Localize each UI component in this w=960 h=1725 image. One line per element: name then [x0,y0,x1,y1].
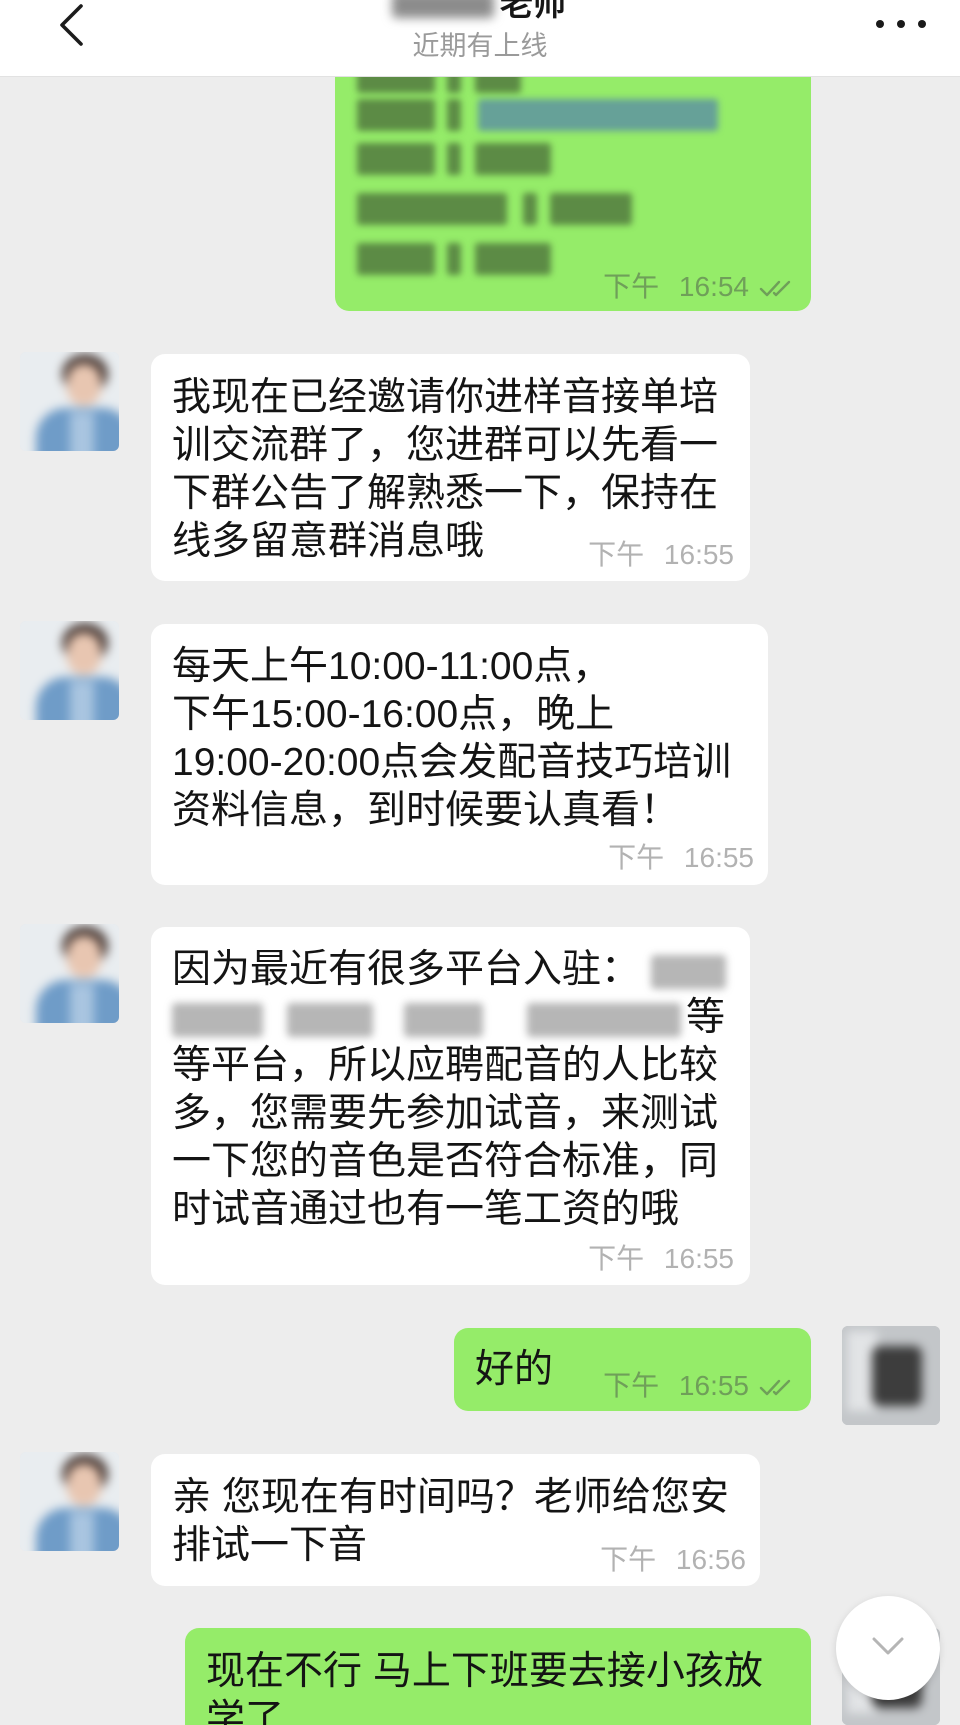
message-text-row: 等 [172,994,750,1042]
my-avatar[interactable] [842,1326,940,1425]
redacted-text [523,193,537,225]
redacted-name [392,0,494,18]
message-text: 等平台，所以应聘配音的人比较 [172,1044,719,1087]
chat-header: 老师 近期有上线 [0,0,960,77]
redacted-text [357,243,435,275]
redacted-text [404,1002,483,1037]
redacted-text [527,1002,681,1037]
message-text: 19:00-20:00点会发配音技巧培训 [172,741,732,784]
double-check-icon [759,280,791,297]
redacted-text [447,143,461,175]
message-time: 下午 16:55 [603,1370,749,1401]
more-dots-icon[interactable] [876,14,926,34]
message-time: 下午 16:54 [603,271,749,302]
message-text: 资料信息，到时候要认真看！ [172,789,680,832]
message-text: 训交流群了，您进群可以先看一 [172,424,719,467]
scroll-to-bottom-button[interactable] [836,1596,940,1700]
message-text-row: 因为最近有很多平台入驻： [172,946,750,994]
message-text: 因为最近有很多平台入驻： [172,948,641,991]
contact-avatar[interactable] [20,924,119,1023]
message-time: 下午 16:56 [600,1544,746,1575]
contact-avatar[interactable] [20,621,119,720]
message-text: 等 [686,996,726,1039]
redacted-text [550,193,632,225]
contact-avatar[interactable] [20,352,119,451]
redacted-text [475,243,551,275]
contact-name[interactable]: 老师 [500,0,566,23]
message-time: 下午 16:55 [588,539,734,570]
redacted-text [447,243,461,275]
message-text: 每天上午10:00-11:00点， [172,645,612,688]
contact-avatar[interactable] [20,1452,119,1551]
message-text: 现在不行 马上下班要去接小孩放 [206,1650,763,1693]
message-bubble-received[interactable]: 因为最近有很多平台入驻： 等 等平台，所以应聘配音的人比较 多，您需要先参加试音… [151,927,750,1285]
message-bubble-received[interactable]: 每天上午10:00-11:00点， 下午15:00-16:00点，晚上 19:0… [151,624,768,885]
message-text: 一下您的音色是否符合标准，同 [172,1140,719,1183]
message-text: 学了 [206,1698,285,1725]
message-bubble-received[interactable]: 亲 您现在有时间吗？老师给您安 排试一下音 下午 16:56 [151,1454,760,1586]
double-check-icon [759,1379,791,1396]
message-text: 下午15:00-16:00点，晚上 [172,693,615,736]
message-text: 亲 您现在有时间吗？老师给您安 [172,1476,729,1519]
message-time: 下午 16:55 [608,842,754,873]
redacted-text [357,193,507,225]
online-status: 近期有上线 [412,31,548,61]
chevron-down-icon [872,1637,904,1655]
redacted-text [357,99,435,131]
message-text: 下群公告了解熟悉一下，保持在 [172,472,719,515]
redacted-text [651,954,727,989]
message-bubble-sent[interactable]: 现在不行 马上下班要去接小孩放 学了 [185,1628,811,1725]
redacted-text [447,99,461,131]
message-bubble-received[interactable]: 我现在已经邀请你进样音接单培 训交流群了，您进群可以先看一 下群公告了解熟悉一下… [151,354,750,581]
redacted-text [357,143,435,175]
message-text: 时试音通过也有一笔工资的哦 [172,1188,680,1231]
message-time: 下午 16:55 [588,1243,734,1274]
redacted-text [172,1002,263,1037]
redacted-text [475,143,551,175]
message-text: 多，您需要先参加试音，来测试 [172,1092,719,1135]
redacted-text [287,1002,373,1037]
chat-area[interactable]: 下午 16:54 我现在已经邀请你进样音接单培 训交流群了，您进群可以先看一 下… [0,0,960,1725]
redacted-text [478,99,718,131]
message-text: 我现在已经邀请你进样音接单培 [172,376,719,419]
message-bubble-sent[interactable]: 好的 下午 16:55 [454,1328,811,1411]
